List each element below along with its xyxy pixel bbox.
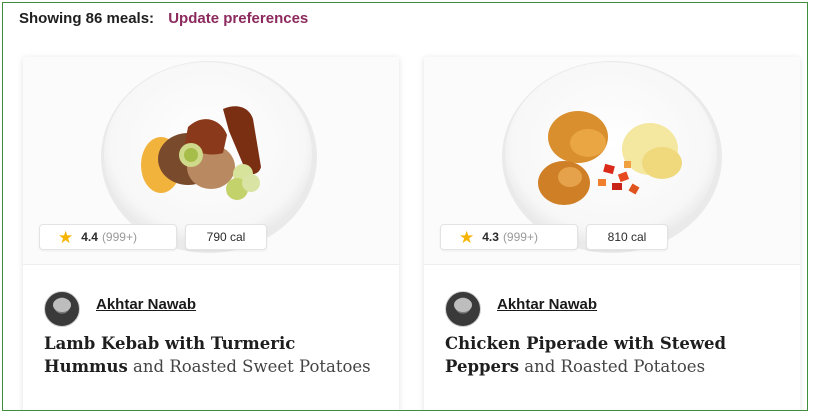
meal-image[interactable]: ★ 4.4 (999+) 790 cal [23,57,399,264]
meals-page: Showing 86 meals: Update preferences ★ 4… [2,2,808,411]
meal-card[interactable]: ★ 4.4 (999+) 790 cal Akhtar Nawab Lamb K… [23,57,399,410]
calorie-value: 810 cal [607,230,647,244]
meal-count: Showing 86 meals: [19,10,155,27]
rating-pill: ★ 4.4 (999+) [39,224,177,250]
meal-card[interactable]: ★ 4.3 (999+) 810 cal Akhtar Nawab Chicke… [424,57,800,410]
divider [424,264,800,265]
meal-title-sides: and Roasted Sweet Potatoes [127,357,371,376]
chef-avatar[interactable] [445,291,481,327]
rating-pill: ★ 4.3 (999+) [440,224,578,250]
divider [23,264,399,265]
meal-title[interactable]: Lamb Kebab with Turmeric Hummus and Roas… [44,332,384,378]
chef-name-link[interactable]: Akhtar Nawab [96,296,196,313]
calorie-pill: 790 cal [185,224,267,250]
rating-value: 4.3 [482,230,499,244]
review-count: (999+) [101,230,137,244]
calorie-pill: 810 cal [586,224,668,250]
results-header: Showing 86 meals: Update preferences [19,10,308,27]
update-preferences-link[interactable]: Update preferences [168,10,308,27]
rating-value: 4.4 [81,230,98,244]
meal-title-sides: and Roasted Potatoes [519,357,706,376]
meal-image[interactable]: ★ 4.3 (999+) 810 cal [424,57,800,264]
calorie-value: 790 cal [206,230,246,244]
meal-title[interactable]: Chicken Piperade with Stewed Peppers and… [445,332,785,378]
chef-name-link[interactable]: Akhtar Nawab [497,296,597,313]
star-icon: ★ [58,227,74,247]
review-count: (999+) [502,230,538,244]
chef-avatar[interactable] [44,291,80,327]
star-icon: ★ [459,227,475,247]
